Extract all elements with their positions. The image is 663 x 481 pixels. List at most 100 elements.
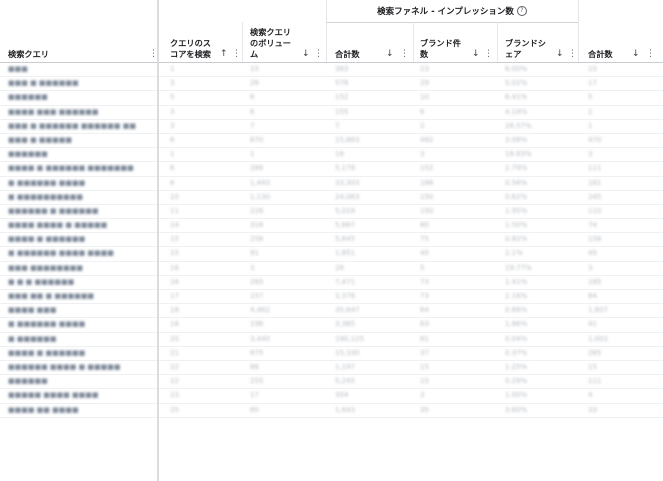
sort-descending-icon[interactable]: ↓ xyxy=(386,49,394,60)
help-icon[interactable]: ? xyxy=(516,6,527,16)
table-row[interactable]: ■■■ ■ ■■■■■■ 3 26 578 29 5.02% 17 xyxy=(0,77,663,92)
table-row[interactable]: ■■■■■■ 5 6 152 10 6.41% 5 xyxy=(0,91,663,106)
sort-descending-icon[interactable]: ↓ xyxy=(556,49,564,60)
table-row[interactable]: ■ ■■■■■■ ■■■■ 18 196 3,385 63 1.86% 41 xyxy=(0,318,663,333)
value-cell: 155 xyxy=(335,107,349,116)
value-cell: 5 xyxy=(588,93,593,102)
column-menu-icon[interactable]: ⋮ xyxy=(400,49,409,60)
table-row[interactable]: ■■■■ ■ ■■■■■■ 21 675 15,330 37 0.37% 265 xyxy=(0,347,663,361)
value-cell: 26 xyxy=(250,79,259,88)
query-cell: ■■■ ■ ■■■■■■ xyxy=(8,79,79,88)
value-cell: 2 xyxy=(588,107,593,116)
value-cell: 6 xyxy=(170,135,175,144)
value-cell: 15 xyxy=(170,249,179,258)
value-cell: 3.60% xyxy=(505,405,528,414)
value-cell: 245 xyxy=(588,192,602,201)
table-row[interactable]: ■■■ ■ ■■■■■ 6 670 15,663 482 3.08% 470 xyxy=(0,134,663,149)
table-row[interactable]: ■■■■ ■■ ■■■■ 25 60 1,643 35 3.60% 33 xyxy=(0,404,663,418)
table-row[interactable]: ■ ■ ■ ■■■■■■ 16 265 7,471 73 1.41% 185 xyxy=(0,276,663,290)
value-cell: 6 xyxy=(420,107,425,116)
value-cell: 35,647 xyxy=(335,306,360,315)
value-cell: 3 xyxy=(420,391,425,400)
sort-descending-icon[interactable]: ↓ xyxy=(632,49,640,60)
column-menu-icon[interactable]: ⋮ xyxy=(568,49,577,60)
report-table: 検索ファネル - インプレッション数 ? 検索クエリ ⋮ クエリのス コアを検索… xyxy=(0,0,663,481)
table-row[interactable]: ■■■■■■ ■■■■ ■ ■■■■■ 22 86 1,197 15 1.25% 15 xyxy=(0,361,663,376)
table-body: ■■■ 1 15 383 23 6.00% 15 ■■■ ■ ■■■■■■ 3 26 578 29 5.… xyxy=(0,63,663,418)
value-cell: 110 xyxy=(588,206,602,215)
column-menu-icon[interactable]: ⋮ xyxy=(646,49,655,60)
table-row[interactable]: ■■■ ■■■■■■■■ 16 3 28 5 19.77% 3 xyxy=(0,262,663,276)
value-cell: 3 xyxy=(588,150,593,159)
table-row[interactable]: ■■■■■■ 22 255 5,245 15 0.29% 111 xyxy=(0,375,663,390)
table-row[interactable]: ■■■■ ■ ■■■■■■ 15 256 5,645 75 0.82% 158 xyxy=(0,233,663,248)
table-row[interactable]: ■■■ ■■ ■ ■■■■■■ 17 157 3,376 73 2.16% 84 xyxy=(0,290,663,305)
value-cell: 18.63% xyxy=(505,150,532,159)
sort-ascending-icon[interactable]: ↑ xyxy=(220,49,228,60)
sort-descending-icon[interactable]: ↓ xyxy=(472,49,480,60)
value-cell: 20 xyxy=(170,334,179,343)
query-cell: ■■■■■■ ■■■■ ■ ■■■■■ xyxy=(8,362,121,371)
value-cell: 35 xyxy=(420,405,429,414)
column-menu-icon[interactable]: ⋮ xyxy=(314,49,323,60)
column-menu-icon[interactable]: ⋮ xyxy=(484,49,493,60)
value-cell: 2.16% xyxy=(505,292,528,300)
frozen-column-divider[interactable] xyxy=(157,0,159,481)
column-header-label-line: ェア xyxy=(505,49,522,59)
table-row[interactable]: ■ ■■■■■■ ■■■■ ■■■■ 15 91 1,851 40 2.1% 45 xyxy=(0,247,663,262)
column-header-query-volume[interactable]: 検索クエリ のボリュー ム ↓ ⋮ xyxy=(250,27,323,60)
table-row[interactable]: ■■■■ ■■■■ ■ ■■■■■ 14 316 5,687 80 1.50% 74 xyxy=(0,219,663,234)
table-row[interactable]: ■■■■■■ ■ ■■■■■■ 11 226 5,019 150 1.95% 110 xyxy=(0,205,663,220)
query-cell: ■■■■ ■ ■■■■■■ xyxy=(8,235,86,244)
value-cell: 152 xyxy=(420,164,434,173)
value-cell: 470 xyxy=(588,135,602,144)
query-cell: ■■■■ ■■■ xyxy=(8,306,57,315)
value-cell: 22 xyxy=(170,377,179,386)
column-header-total-count[interactable]: 合計数 ↓ ⋮ xyxy=(335,49,413,60)
column-header-total-count-2[interactable]: 合計数 ↓ ⋮ xyxy=(588,49,660,60)
query-cell: ■■■■ ■■■■ ■ ■■■■■ xyxy=(8,221,108,230)
table-row[interactable]: ■■■■ ■■■ ■■■■■■ 3 6 155 6 4.19% 2 xyxy=(0,106,663,120)
value-cell: 1.41% xyxy=(505,277,528,286)
column-menu-icon[interactable]: ⋮ xyxy=(232,49,241,60)
query-cell: ■■■■■ ■■■■ ■■■■ xyxy=(8,391,99,400)
value-cell: 3,440 xyxy=(250,334,271,343)
column-header-brand-count[interactable]: ブランド件 数 ↓ ⋮ xyxy=(420,38,498,60)
column-divider xyxy=(413,22,414,62)
value-cell: 1 xyxy=(588,121,593,130)
value-cell: 6.00% xyxy=(505,65,528,73)
table-row[interactable]: ■■■■■■ 1 1 16 3 18.63% 3 xyxy=(0,148,663,163)
table-row[interactable]: ■■■ ■ ■■■■■■ ■■■■■■ ■■ 3 7 7 2 28.57% 1 xyxy=(0,120,663,134)
value-cell: 3 xyxy=(170,79,175,88)
value-cell: 15,663 xyxy=(335,135,360,144)
column-header-label-line: クエリのス xyxy=(170,38,211,48)
column-header-brand-share[interactable]: ブランドシ ェア ↓ ⋮ xyxy=(505,38,577,60)
table-row[interactable]: ■■■■■ ■■■■ ■■■■ 23 17 304 3 1.00% 4 xyxy=(0,389,663,404)
column-header-search-query[interactable]: 検索クエリ ⋮ xyxy=(8,49,158,60)
value-cell: 7,471 xyxy=(335,277,356,286)
table-row[interactable]: ■■■■ ■ ■■■■■■ ■■■■■■■ 6 266 5,178 152 2.79% 11… xyxy=(0,162,663,177)
value-cell: 6 xyxy=(250,107,255,116)
value-cell: 4,462 xyxy=(250,306,271,315)
column-header-label-line: ブランドシ xyxy=(505,38,546,48)
table-row[interactable]: ■ ■■■■■■ ■■■■ 6 1,493 33,303 188 0.56% 161 xyxy=(0,177,663,191)
value-cell: 5,687 xyxy=(335,221,356,230)
value-cell: 1 xyxy=(170,65,175,73)
table-row[interactable]: ■ ■■■■■■■■■■ 10 1,130 24,063 150 0.62% 245 xyxy=(0,191,663,205)
column-header-query-score[interactable]: クエリのス コアを検索 ↑ ⋮ xyxy=(170,38,242,60)
table-row[interactable]: ■■■■ ■■■ 18 4,462 35,647 64 0.66% 1,607 xyxy=(0,304,663,319)
value-cell: 91 xyxy=(250,249,259,258)
value-cell: 1,002 xyxy=(588,334,609,343)
value-cell: 17 xyxy=(588,79,597,88)
value-cell: 45 xyxy=(588,249,597,258)
value-cell: 15 xyxy=(420,377,429,386)
value-cell: 75 xyxy=(420,235,429,244)
table-row[interactable]: ■ ■■■■■■ 20 3,440 190,125 81 0.04% 1,002 xyxy=(0,333,663,347)
table-row[interactable]: ■■■ 1 15 383 23 6.00% 15 xyxy=(0,63,663,78)
value-cell: 0.29% xyxy=(505,377,528,386)
sort-descending-icon[interactable]: ↓ xyxy=(302,49,310,60)
value-cell: 24,063 xyxy=(335,192,360,201)
value-cell: 482 xyxy=(420,135,434,144)
value-cell: 15,330 xyxy=(335,348,360,357)
value-cell: 1.50% xyxy=(505,221,528,230)
